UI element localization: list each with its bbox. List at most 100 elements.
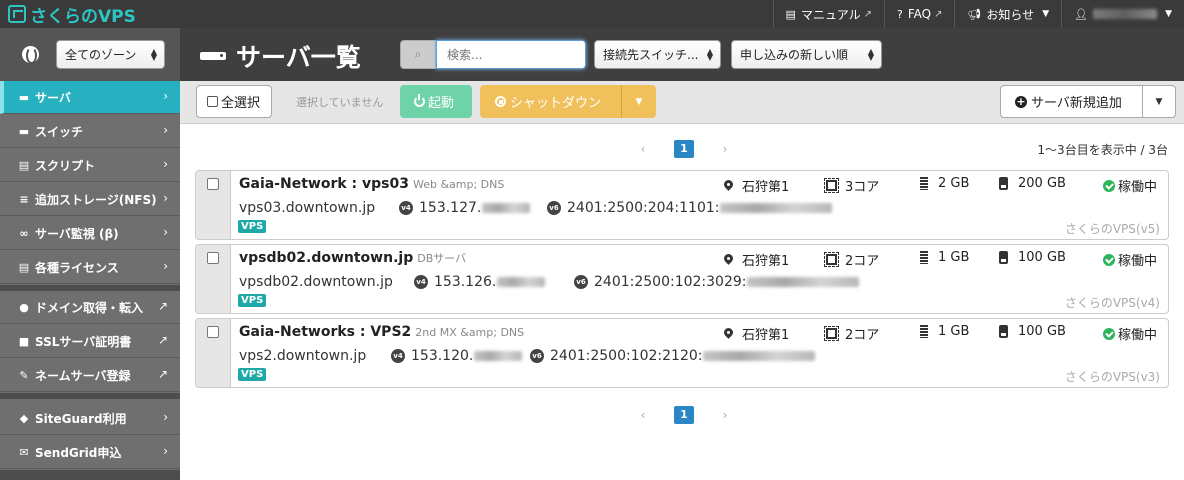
- external-link-icon: ↗: [157, 367, 168, 381]
- vps-badge: VPS: [238, 294, 267, 307]
- next-page-icon[interactable]: ›: [718, 142, 732, 156]
- ipv6-icon: v6: [530, 349, 544, 363]
- script-icon: ▤: [18, 158, 30, 172]
- server-checkbox[interactable]: [207, 178, 219, 190]
- sidebar-item-ssl[interactable]: ■ SSLサーバ証明書 ↗: [0, 325, 180, 358]
- server-select-cell: [196, 245, 231, 313]
- check-circle-icon: [1103, 253, 1115, 266]
- pagination-top: ‹ 1 ›: [636, 140, 732, 158]
- notice-dropdown[interactable]: 📢︎ お知らせ ▼: [954, 0, 1061, 28]
- server-card[interactable]: Gaia-Networks : VPS2 2nd MX &amp; DNS 石狩第…: [195, 318, 1169, 388]
- sidebar-item-license[interactable]: ▤ 各種ライセンス ›: [0, 251, 180, 284]
- shutdown-dropdown-button[interactable]: ▼: [622, 85, 656, 118]
- ipv4-icon: v4: [414, 275, 428, 289]
- book-icon: ▤: [785, 7, 796, 21]
- add-server-dropdown-button[interactable]: ▼: [1142, 85, 1176, 118]
- server-ipv4: v4 153.126.: [414, 274, 546, 290]
- chevron-right-icon: ›: [163, 123, 168, 137]
- plus-circle-icon: +: [1015, 94, 1027, 108]
- sakura-vps-logo[interactable]: さくらのVPS: [8, 3, 136, 27]
- pagination-bottom: ‹ 1 ›: [636, 406, 732, 424]
- manual-link[interactable]: ▤ マニュアル ↗: [772, 0, 884, 28]
- map-marker-icon: [724, 180, 733, 191]
- next-page-icon[interactable]: ›: [718, 408, 732, 422]
- sidebar-item-server[interactable]: ▬ サーバ ›: [0, 81, 180, 114]
- server-disk: 100 GB: [999, 250, 1066, 265]
- start-button[interactable]: 起動: [400, 85, 472, 118]
- database-icon: ≡: [19, 192, 29, 206]
- username-redacted: [1093, 9, 1158, 19]
- sidebar-item-sendgrid[interactable]: ✉ SendGrid申込 ›: [0, 436, 180, 469]
- logo-icon: [8, 5, 26, 23]
- server-icon: [200, 52, 226, 60]
- server-card[interactable]: Gaia-Network : vps03 Web &amp; DNS 石狩第1 3…: [195, 170, 1169, 240]
- switch-icon: ▬: [18, 124, 30, 138]
- server-hostname: vpsdb02.downtown.jp: [239, 274, 393, 290]
- page-button[interactable]: 1: [674, 406, 694, 424]
- sidebar-item-script[interactable]: ▤ スクリプト ›: [0, 149, 180, 182]
- zone-select[interactable]: 全てのゾーン ▲ ▼: [56, 40, 165, 69]
- server-checkbox[interactable]: [207, 252, 219, 264]
- server-name[interactable]: Gaia-Networks : VPS2 2nd MX &amp; DNS: [239, 324, 524, 340]
- sidebar-item-switch[interactable]: ▬ スイッチ ›: [0, 115, 180, 148]
- server-plan: さくらのVPS(v4): [1064, 296, 1160, 310]
- zone-bar: 全てのゾーン ▲ ▼: [0, 28, 180, 81]
- server-ipv6: v6 2401:2500:102:3029:: [574, 274, 860, 290]
- server-checkbox[interactable]: [207, 326, 219, 338]
- caret-down-icon: ▼: [1165, 9, 1172, 19]
- sidebar-item-nameserver[interactable]: ✎ ネームサーバ登録 ↗: [0, 359, 180, 392]
- server-description: 2nd MX &amp; DNS: [415, 326, 525, 339]
- faq-link[interactable]: ? FAQ ↗: [883, 0, 954, 28]
- server-description: Web &amp; DNS: [412, 178, 505, 191]
- disk-icon: [999, 251, 1008, 264]
- memory-icon: [920, 325, 928, 338]
- shutdown-button[interactable]: シャットダウン: [480, 85, 622, 118]
- server-hostname: vps2.downtown.jp: [239, 348, 367, 364]
- cpu-icon: [824, 252, 839, 267]
- lock-icon: ■: [18, 334, 30, 348]
- question-icon: ?: [896, 7, 903, 21]
- sort-order-select[interactable]: 申し込みの新しい順 ▲ ▼: [731, 40, 882, 69]
- sidebar-item-siteguard[interactable]: ◆ SiteGuard利用 ›: [0, 402, 180, 435]
- server-name[interactable]: Gaia-Network : vps03 Web &amp; DNS: [239, 176, 504, 192]
- select-arrows-icon: ▲ ▼: [867, 46, 874, 62]
- user-menu[interactable]: 👤︎ ▼: [1061, 0, 1184, 28]
- select-all-button[interactable]: 全選択: [196, 85, 272, 118]
- server-name[interactable]: vpsdb02.downtown.jp DBサーバ: [239, 250, 466, 266]
- stop-icon: [495, 96, 506, 107]
- external-link-icon: ↗: [934, 8, 943, 20]
- page-title: サーバ一覧: [200, 38, 361, 74]
- ipv4-icon: v4: [399, 201, 413, 215]
- server-card[interactable]: vpsdb02.downtown.jp DBサーバ 石狩第1 2コア 1 GB 1…: [195, 244, 1169, 314]
- search-input[interactable]: [436, 40, 586, 69]
- add-server-button[interactable]: + サーバ新規追加: [1000, 85, 1143, 118]
- ipv4-icon: v4: [391, 349, 405, 363]
- prev-page-icon[interactable]: ‹: [636, 142, 650, 156]
- sidebar-divider: [0, 393, 180, 399]
- server-ipv4: v4 153.127.: [399, 200, 531, 216]
- sidebar-item-storage[interactable]: ≡ 追加ストレージ(NFS) ›: [0, 183, 180, 216]
- connection-switch-select[interactable]: 接続先スイッチ... ▲ ▼: [594, 40, 721, 69]
- page-button[interactable]: 1: [674, 140, 694, 158]
- sidebar-item-monitoring[interactable]: ∞ サーバ監視 (β) ›: [0, 217, 180, 250]
- page-header: サーバ一覧 ⌕ 接続先スイッチ... ▲▼ 申し込みの新しい順 ▲▼: [180, 28, 1184, 81]
- logo-text: さくらのVPS: [30, 6, 136, 27]
- server-plan: さくらのVPS(v5): [1064, 222, 1160, 236]
- globe-icon: [22, 46, 39, 64]
- top-bar: さくらのVPS ▤ マニュアル ↗ ? FAQ ↗ 📢︎ お知らせ ▼ 👤︎ ▼: [0, 0, 1184, 28]
- caret-down-icon: ▼: [1155, 96, 1163, 107]
- server-status: 稼働中: [1103, 324, 1157, 343]
- prev-page-icon[interactable]: ‹: [636, 408, 650, 422]
- sidebar-item-domain[interactable]: ● ドメイン取得・転入 ↗: [0, 291, 180, 324]
- redacted-text: [497, 277, 546, 287]
- memory-icon: [920, 177, 928, 190]
- cpu-icon: [824, 178, 839, 193]
- server-ipv4: v4 153.120.: [391, 348, 523, 364]
- disk-icon: [999, 325, 1008, 338]
- search-icon: ⌕: [400, 40, 436, 69]
- external-link-icon: ↗: [157, 299, 168, 313]
- server-hostname: vps03.downtown.jp: [239, 200, 376, 216]
- selection-status: 選択していません: [296, 96, 384, 109]
- memory-icon: [920, 251, 928, 264]
- caret-down-icon: ▼: [1042, 9, 1050, 19]
